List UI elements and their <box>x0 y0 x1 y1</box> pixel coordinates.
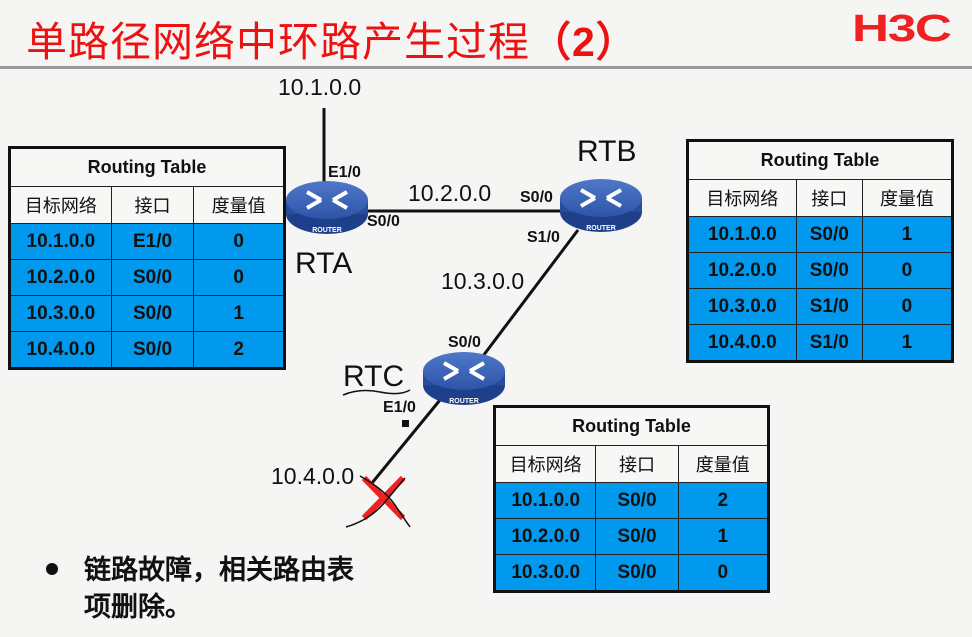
table-caption: Routing Table <box>9 147 285 187</box>
table-row: 10.1.0.0 E1/0 0 <box>9 223 285 260</box>
column-header: 度量值 <box>861 179 954 217</box>
bullet-text: 链路故障，相关路由表项删除。 <box>84 555 354 623</box>
cell-interface: E1/0 <box>110 223 195 260</box>
cell-network: 10.4.0.0 <box>9 331 112 369</box>
network-label: 10.3.0.0 <box>441 268 525 294</box>
cell-interface: S0/0 <box>595 482 679 519</box>
router-name-rta: RTA <box>295 247 353 280</box>
link-failure-x-icon <box>345 475 411 528</box>
column-header: 接口 <box>110 186 195 224</box>
network-label: 10.4.0.0 <box>271 463 355 489</box>
link-10-3 <box>478 229 580 361</box>
cell-network: 10.2.0.0 <box>493 518 597 555</box>
routing-table-rtc: Routing Table 目标网络 接口 度量值 10.1.0.0 S0/0 … <box>493 405 770 593</box>
svg-text:ROUTER: ROUTER <box>449 398 479 405</box>
column-header: 度量值 <box>677 445 770 483</box>
cell-metric: 1 <box>861 216 954 253</box>
cell-network: 10.1.0.0 <box>493 482 597 519</box>
router-name-rtb: RTB <box>577 135 637 168</box>
cell-interface: S0/0 <box>110 295 195 332</box>
table-caption: Routing Table <box>494 406 769 446</box>
cell-metric: 0 <box>193 223 285 260</box>
cell-metric: 1 <box>193 295 285 332</box>
router-icon[interactable]: ROUTER <box>286 181 368 234</box>
cell-metric: 0 <box>193 259 285 296</box>
svg-text:ROUTER: ROUTER <box>586 225 616 232</box>
network-label: 10.2.0.0 <box>408 180 492 206</box>
column-header: 度量值 <box>193 186 285 224</box>
cell-metric: 2 <box>677 482 770 519</box>
cell-metric: 1 <box>677 518 770 555</box>
table-row: 10.3.0.0 S0/0 1 <box>9 295 285 332</box>
table-row: 10.2.0.0 S0/0 0 <box>687 252 954 289</box>
cell-interface: S1/0 <box>795 288 863 325</box>
column-header: 接口 <box>795 179 863 217</box>
network-label: 10.1.0.0 <box>278 74 362 100</box>
table-row: 10.3.0.0 S0/0 0 <box>493 554 770 592</box>
column-header: 接口 <box>595 445 679 483</box>
cell-network: 10.3.0.0 <box>493 554 597 592</box>
cell-metric: 0 <box>677 554 770 592</box>
port-marker <box>402 420 409 427</box>
cell-interface: S0/0 <box>595 518 679 555</box>
cell-network: 10.2.0.0 <box>687 252 797 289</box>
interface-label: S0/0 <box>367 213 400 230</box>
cell-interface: S0/0 <box>110 331 195 369</box>
cell-metric: 0 <box>861 252 954 289</box>
routing-table-rtb: Routing Table 目标网络 接口 度量值 10.1.0.0 S0/0 … <box>686 139 954 363</box>
router-name-rtc: RTC <box>343 360 405 393</box>
table-caption: Routing Table <box>687 140 953 180</box>
cell-network: 10.3.0.0 <box>687 288 797 325</box>
cell-network: 10.4.0.0 <box>687 324 797 362</box>
bullet-icon <box>46 563 58 575</box>
table-row: 10.1.0.0 S0/0 2 <box>493 482 770 519</box>
cell-network: 10.1.0.0 <box>9 223 112 260</box>
interface-label: S1/0 <box>527 229 560 246</box>
table-row: 10.4.0.0 S0/0 2 <box>9 331 285 369</box>
interface-label: E1/0 <box>328 164 361 181</box>
cell-interface: S0/0 <box>795 252 863 289</box>
interface-label: S0/0 <box>520 189 553 206</box>
router-icon[interactable]: ROUTER <box>560 179 642 232</box>
column-header: 目标网络 <box>9 186 112 224</box>
cell-interface: S0/0 <box>795 216 863 253</box>
table-row: 10.1.0.0 S0/0 1 <box>687 216 954 253</box>
cell-metric: 2 <box>193 331 285 369</box>
table-row: 10.2.0.0 S0/0 0 <box>9 259 285 296</box>
router-icon[interactable]: ROUTER <box>423 352 505 405</box>
cell-network: 10.3.0.0 <box>9 295 112 332</box>
cell-metric: 0 <box>861 288 954 325</box>
interface-label: S0/0 <box>448 334 481 351</box>
interface-label: E1/0 <box>383 399 416 416</box>
cell-metric: 1 <box>861 324 954 362</box>
table-row: 10.3.0.0 S1/0 0 <box>687 288 954 325</box>
cell-network: 10.2.0.0 <box>9 259 112 296</box>
cell-interface: S0/0 <box>110 259 195 296</box>
routing-table-rta: Routing Table 目标网络 接口 度量值 10.1.0.0 E1/0 … <box>8 146 286 370</box>
svg-text:ROUTER: ROUTER <box>312 227 342 234</box>
cell-interface: S0/0 <box>595 554 679 592</box>
cell-interface: S1/0 <box>795 324 863 362</box>
column-header: 目标网络 <box>687 179 797 217</box>
table-row: 10.4.0.0 S1/0 1 <box>687 324 954 362</box>
table-row: 10.2.0.0 S0/0 1 <box>493 518 770 555</box>
cell-network: 10.1.0.0 <box>687 216 797 253</box>
column-header: 目标网络 <box>493 445 597 483</box>
